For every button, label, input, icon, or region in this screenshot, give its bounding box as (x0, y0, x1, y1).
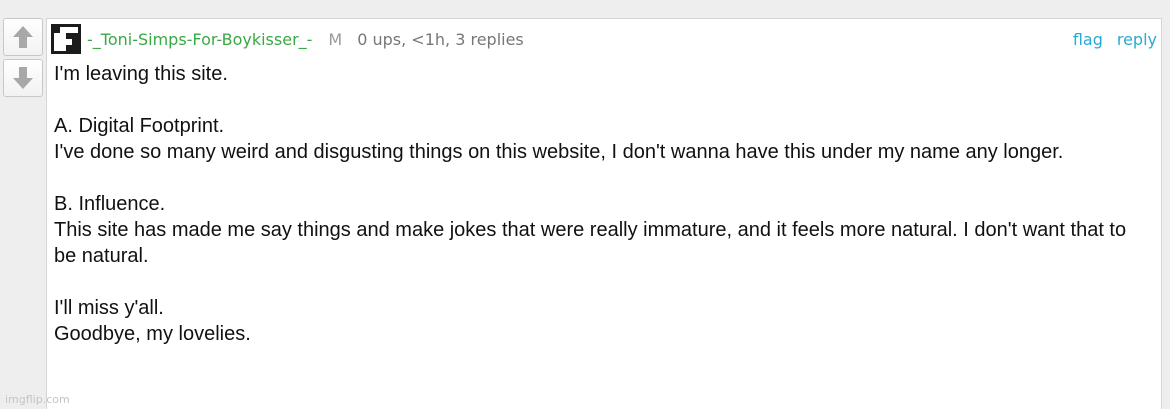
comment-paragraph: I'll miss y'all. (54, 297, 164, 319)
avatar[interactable] (51, 24, 81, 54)
comment-meta: 0 ups, <1h, 3 replies (357, 29, 524, 49)
mod-badge: M (328, 29, 343, 49)
imgflip-watermark: imgflip.com (5, 393, 70, 406)
comment-paragraph: B. Influence. (54, 193, 166, 215)
comment-paragraph: This site has made me say things and mak… (54, 219, 1127, 267)
comment-header: -_Toni-Simps-For-Boykisser_- M 0 ups, <1… (51, 22, 1157, 56)
comment-actions: flag reply (1073, 30, 1157, 49)
comment-paragraph: I've done so many weird and disgusting t… (54, 141, 1064, 163)
comment-card: -_Toni-Simps-For-Boykisser_- M 0 ups, <1… (46, 18, 1162, 409)
avatar-pattern-icon (51, 24, 81, 54)
downvote-button[interactable] (3, 59, 43, 97)
vote-column (3, 18, 45, 97)
comment-body: I'm leaving this site. A. Digital Footpr… (54, 61, 1147, 347)
reply-link[interactable]: reply (1117, 30, 1157, 49)
comment-paragraph: A. Digital Footprint. (54, 115, 225, 137)
flag-link[interactable]: flag (1073, 30, 1103, 49)
arrow-down-icon (13, 67, 33, 89)
arrow-up-icon (13, 26, 33, 48)
comment-paragraph: I'm leaving this site. (54, 63, 228, 85)
upvote-button[interactable] (3, 18, 43, 56)
comment-paragraph: Goodbye, my lovelies. (54, 323, 251, 345)
username-link[interactable]: -_Toni-Simps-For-Boykisser_- (87, 30, 312, 49)
